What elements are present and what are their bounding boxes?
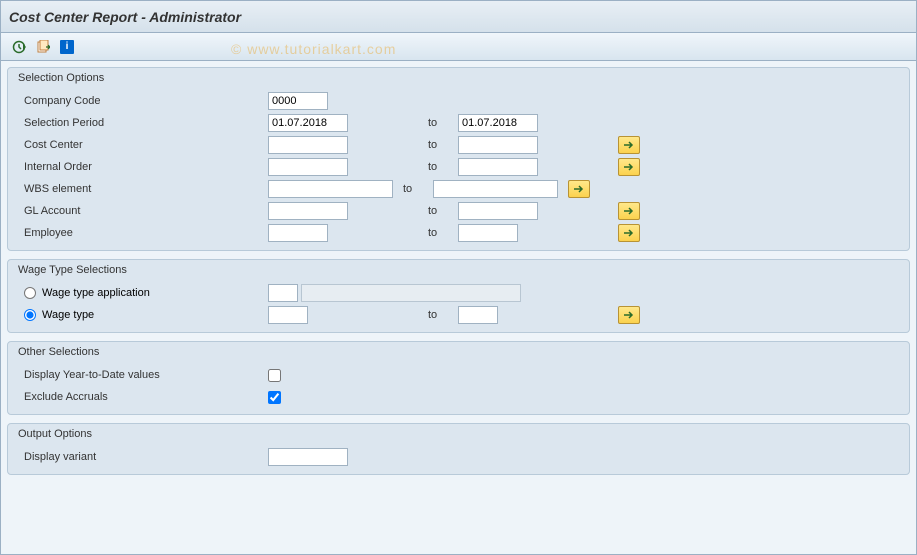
watermark: © www.tutorialkart.com <box>231 41 396 57</box>
to-label: to <box>403 183 433 195</box>
row-internal-order: Internal Order to <box>8 156 909 178</box>
wage-type-label: Wage type <box>42 309 94 321</box>
to-label: to <box>428 117 458 129</box>
execute-button[interactable] <box>9 37 29 57</box>
employee-from-input[interactable] <box>268 224 328 242</box>
gl-account-to-input[interactable] <box>458 202 538 220</box>
label-selection-period: Selection Period <box>18 117 268 129</box>
company-code-input[interactable] <box>268 92 328 110</box>
row-employee: Employee to <box>8 222 909 244</box>
internal-order-multi-button[interactable] <box>618 158 640 176</box>
group-title-output: Output Options <box>8 424 909 446</box>
label-company-code: Company Code <box>18 95 268 107</box>
arrow-right-icon <box>573 184 585 194</box>
group-other-selections: Other Selections Display Year-to-Date va… <box>7 341 910 415</box>
label-internal-order: Internal Order <box>18 161 268 173</box>
get-variant-button[interactable] <box>33 37 53 57</box>
selection-period-to-input[interactable] <box>458 114 538 132</box>
group-output-options: Output Options Display variant <box>7 423 910 475</box>
gl-account-from-input[interactable] <box>268 202 348 220</box>
clock-execute-icon <box>12 40 26 54</box>
label-wbs-element: WBS element <box>18 183 268 195</box>
wbs-element-from-input[interactable] <box>268 180 393 198</box>
wage-type-application-option[interactable]: Wage type application <box>18 287 268 299</box>
variant-icon <box>36 40 50 54</box>
cost-center-multi-button[interactable] <box>618 136 640 154</box>
wage-type-radio[interactable] <box>24 309 36 321</box>
info-icon: i <box>60 40 74 54</box>
internal-order-from-input[interactable] <box>268 158 348 176</box>
row-selection-period: Selection Period to <box>8 112 909 134</box>
ytd-checkbox[interactable] <box>268 369 281 382</box>
page-title: Cost Center Report - Administrator <box>9 9 241 25</box>
label-employee: Employee <box>18 227 268 239</box>
row-wbs-element: WBS element to <box>8 178 909 200</box>
wage-type-multi-button[interactable] <box>618 306 640 324</box>
selection-period-from-input[interactable] <box>268 114 348 132</box>
group-title-selection: Selection Options <box>8 68 909 90</box>
title-bar: Cost Center Report - Administrator <box>1 1 916 33</box>
group-title-other: Other Selections <box>8 342 909 364</box>
content-area: Selection Options Company Code Selection… <box>1 61 916 554</box>
toolbar: i © www.tutorialkart.com <box>1 33 916 61</box>
to-label: to <box>428 139 458 151</box>
wage-type-application-code-input[interactable] <box>268 284 298 302</box>
label-cost-center: Cost Center <box>18 139 268 151</box>
group-title-wage: Wage Type Selections <box>8 260 909 282</box>
row-gl-account: GL Account to <box>8 200 909 222</box>
internal-order-to-input[interactable] <box>458 158 538 176</box>
arrow-right-icon <box>623 140 635 150</box>
wage-type-application-desc-input <box>301 284 521 302</box>
arrow-right-icon <box>623 228 635 238</box>
arrow-right-icon <box>623 206 635 216</box>
group-selection-options: Selection Options Company Code Selection… <box>7 67 910 251</box>
employee-to-input[interactable] <box>458 224 518 242</box>
wage-type-from-input[interactable] <box>268 306 308 324</box>
wage-type-application-label: Wage type application <box>42 287 150 299</box>
arrow-right-icon <box>623 162 635 172</box>
group-wage-type: Wage Type Selections Wage type applicati… <box>7 259 910 333</box>
label-display-variant: Display variant <box>18 451 268 463</box>
wage-type-to-input[interactable] <box>458 306 498 324</box>
display-variant-input[interactable] <box>268 448 348 466</box>
to-label: to <box>428 205 458 217</box>
row-company-code: Company Code <box>8 90 909 112</box>
to-label: to <box>428 161 458 173</box>
info-button[interactable]: i <box>57 37 77 57</box>
cost-center-from-input[interactable] <box>268 136 348 154</box>
wage-type-option[interactable]: Wage type <box>18 309 268 321</box>
label-exclude-accruals: Exclude Accruals <box>18 391 268 403</box>
arrow-right-icon <box>623 310 635 320</box>
row-wage-type: Wage type to <box>8 304 909 326</box>
row-wage-type-application: Wage type application <box>8 282 909 304</box>
row-display-variant: Display variant <box>8 446 909 468</box>
to-label: to <box>428 309 458 321</box>
wage-type-application-radio[interactable] <box>24 287 36 299</box>
label-ytd: Display Year-to-Date values <box>18 369 268 381</box>
row-exclude-accruals: Exclude Accruals <box>8 386 909 408</box>
gl-account-multi-button[interactable] <box>618 202 640 220</box>
row-ytd: Display Year-to-Date values <box>8 364 909 386</box>
row-cost-center: Cost Center to <box>8 134 909 156</box>
cost-center-to-input[interactable] <box>458 136 538 154</box>
wbs-element-multi-button[interactable] <box>568 180 590 198</box>
exclude-accruals-checkbox[interactable] <box>268 391 281 404</box>
wbs-element-to-input[interactable] <box>433 180 558 198</box>
employee-multi-button[interactable] <box>618 224 640 242</box>
label-gl-account: GL Account <box>18 205 268 217</box>
to-label: to <box>428 227 458 239</box>
